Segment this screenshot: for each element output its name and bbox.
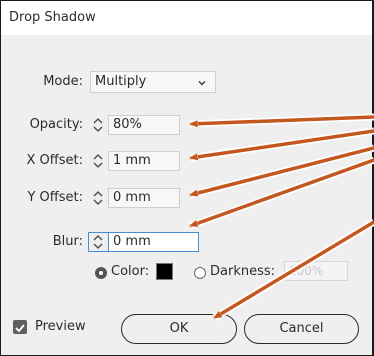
shadow-color-swatch[interactable]: [156, 263, 173, 280]
mode-label: Mode:: [43, 74, 83, 89]
preview-checkbox[interactable]: [13, 320, 27, 334]
opacity-label: Opacity:: [29, 117, 83, 132]
x-offset-label: X Offset:: [26, 153, 83, 168]
blur-label: Blur:: [52, 234, 83, 249]
x-offset-input[interactable]: 1 mm: [108, 151, 180, 171]
drop-shadow-dialog: Drop Shadow Mode: Multiply Opacity: 80% …: [0, 0, 374, 356]
dialog-title: Drop Shadow: [1, 1, 372, 35]
darkness-radio[interactable]: [194, 267, 206, 279]
blur-stepper[interactable]: [88, 232, 108, 252]
cancel-button[interactable]: Cancel: [244, 314, 359, 344]
blur-input[interactable]: 0 mm: [108, 232, 199, 252]
opacity-input[interactable]: 80%: [108, 115, 180, 135]
darkness-input[interactable]: 100%: [284, 261, 348, 281]
dialog-content: Mode: Multiply Opacity: 80% X Offset: 1 …: [1, 35, 372, 355]
color-label: Color:: [111, 264, 150, 279]
mode-select[interactable]: Multiply: [90, 71, 216, 93]
chevron-down-icon: [197, 75, 207, 95]
darkness-label: Darkness:: [210, 264, 276, 279]
x-offset-stepper[interactable]: [90, 151, 106, 171]
opacity-stepper[interactable]: [90, 115, 106, 135]
mode-value: Multiply: [95, 74, 147, 89]
y-offset-stepper[interactable]: [90, 188, 106, 208]
y-offset-input[interactable]: 0 mm: [108, 188, 180, 208]
preview-label: Preview: [35, 319, 86, 334]
ok-button[interactable]: OK: [121, 314, 237, 344]
color-radio[interactable]: [95, 267, 107, 279]
y-offset-label: Y Offset:: [27, 190, 83, 205]
